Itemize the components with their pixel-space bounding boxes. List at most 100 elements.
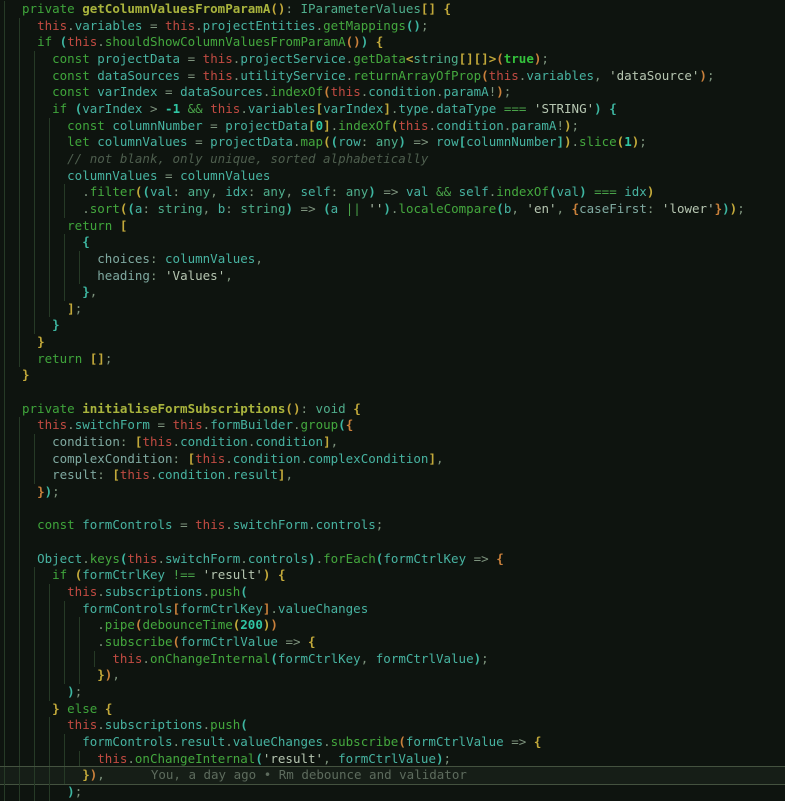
code-line[interactable]: const dataSources = this.utilityService.… [0, 68, 785, 85]
code-line[interactable]: this.onChangeInternal('result', formCtrl… [0, 751, 785, 768]
indent-guide [19, 451, 20, 468]
code-token: idx [624, 184, 647, 199]
code-line[interactable]: .subscribe(formCtrlValue => { [0, 634, 785, 651]
code-token: map [301, 134, 324, 149]
code-line[interactable]: .sort((a: string, b: string) => (a || ''… [0, 201, 785, 218]
indent-guide [4, 717, 5, 734]
code-line[interactable]: } else { [0, 701, 785, 718]
indent-guide [49, 218, 50, 235]
indent-guide [79, 751, 80, 768]
code-token: ] [67, 301, 75, 316]
code-token [22, 601, 82, 616]
code-line[interactable]: }, [0, 284, 785, 301]
code-line[interactable]: } [0, 367, 785, 384]
code-line-current[interactable]: }),You, a day ago • Rm debounce and vali… [0, 767, 785, 784]
code-token [429, 184, 437, 199]
indent-guide [4, 251, 5, 268]
code-token: columnValues [165, 251, 255, 266]
indent-guide [64, 268, 65, 285]
indent-guide [19, 684, 20, 701]
code-line[interactable]: ]; [0, 301, 785, 318]
code-line[interactable]: result: [this.condition.result], [0, 467, 785, 484]
code-token: formCtrlKey [383, 551, 466, 566]
code-token: { [609, 101, 617, 116]
code-token: ( [496, 51, 504, 66]
code-line[interactable]: }); [0, 484, 785, 501]
code-line[interactable]: private initialiseFormSubscriptions(): v… [0, 401, 785, 418]
code-token [173, 168, 181, 183]
code-token: private [22, 401, 75, 416]
code-line[interactable]: formControls[formCtrlKey].valueChanges [0, 601, 785, 618]
git-blame-annotation[interactable]: You, a day ago • Rm debounce and validat… [151, 767, 467, 782]
code-token: . [428, 118, 436, 133]
code-line[interactable]: { [0, 234, 785, 251]
code-line[interactable]: const varIndex = dataSources.indexOf(thi… [0, 84, 785, 101]
code-line[interactable]: if (formCtrlKey !== 'result') { [0, 567, 785, 584]
code-line[interactable]: private getColumnValuesFromParamA(): IPa… [0, 1, 785, 18]
code-token: this [398, 118, 428, 133]
code-line[interactable]: this.subscriptions.push( [0, 717, 785, 734]
code-token: => [511, 734, 526, 749]
code-line[interactable]: ); [0, 684, 785, 701]
indent-guide [4, 434, 5, 451]
code-token: columnNumber [466, 134, 556, 149]
code-token [22, 334, 37, 349]
code-line[interactable]: Object.keys(this.switchForm.controls).fo… [0, 551, 785, 568]
code-line[interactable]: return [ [0, 218, 785, 235]
code-token [180, 101, 188, 116]
indent-guide [4, 451, 5, 468]
indent-guide [4, 651, 5, 668]
code-line[interactable]: choices: columnValues, [0, 251, 785, 268]
code-token [293, 201, 301, 216]
indent-guide [64, 601, 65, 618]
code-line[interactable]: ); [0, 784, 785, 801]
code-line[interactable]: heading: 'Values', [0, 268, 785, 285]
code-token: indexOf [270, 84, 323, 99]
code-token: ( [398, 734, 406, 749]
code-line[interactable]: } [0, 317, 785, 334]
code-line[interactable]: const columnNumber = projectData[0].inde… [0, 118, 785, 135]
code-token: , [225, 268, 233, 283]
code-token: controls [248, 551, 308, 566]
code-line[interactable]: let columnValues = projectData.map((row:… [0, 134, 785, 151]
code-line[interactable]: const projectData = this.projectService.… [0, 51, 785, 68]
code-line[interactable] [0, 384, 785, 401]
code-line[interactable]: .filter((val: any, idx: any, self: any) … [0, 184, 785, 201]
code-line[interactable]: const formControls = this.switchForm.con… [0, 517, 785, 534]
indent-guide [19, 317, 20, 334]
code-line[interactable]: this.variables = this.projectEntities.ge… [0, 18, 785, 35]
indent-guide [34, 434, 35, 451]
code-line[interactable]: complexCondition: [this.condition.comple… [0, 451, 785, 468]
code-line[interactable]: }), [0, 667, 785, 684]
indent-guide [34, 584, 35, 601]
code-token [22, 567, 52, 582]
code-line[interactable] [0, 501, 785, 518]
code-line[interactable]: formControls.result.valueChanges.subscri… [0, 734, 785, 751]
code-line[interactable]: // not blank, only unique, sorted alphab… [0, 151, 785, 168]
code-line[interactable]: this.onChangeInternal(formCtrlKey, formC… [0, 651, 785, 668]
code-editor[interactable]: private getColumnValuesFromParamA(): IPa… [0, 0, 785, 800]
code-token: () [406, 18, 421, 33]
code-line[interactable]: condition: [this.condition.condition], [0, 434, 785, 451]
code-line[interactable]: this.subscriptions.push( [0, 584, 785, 601]
code-token: => [301, 201, 316, 216]
code-token [195, 567, 203, 582]
code-token: . [225, 734, 233, 749]
indent-guide [4, 767, 5, 784]
code-token: formBuilder [210, 417, 293, 432]
indent-guide [19, 151, 20, 168]
indent-guide [49, 168, 50, 185]
code-line[interactable]: .pipe(debounceTime(200)) [0, 617, 785, 634]
code-line[interactable]: if (varIndex > -1 && this.variables[varI… [0, 101, 785, 118]
code-line[interactable] [0, 534, 785, 551]
code-token: formCtrlValue [338, 751, 436, 766]
code-line[interactable]: } [0, 334, 785, 351]
code-line[interactable]: columnValues = columnValues [0, 168, 785, 185]
code-token: ) [722, 201, 730, 216]
indent-guide [64, 734, 65, 751]
code-line[interactable]: if (this.shouldShowColumnValuesFromParam… [0, 34, 785, 51]
code-line[interactable]: return []; [0, 351, 785, 368]
code-line[interactable]: this.switchForm = this.formBuilder.group… [0, 417, 785, 434]
indent-guide [4, 634, 5, 651]
code-token: ( [255, 751, 263, 766]
